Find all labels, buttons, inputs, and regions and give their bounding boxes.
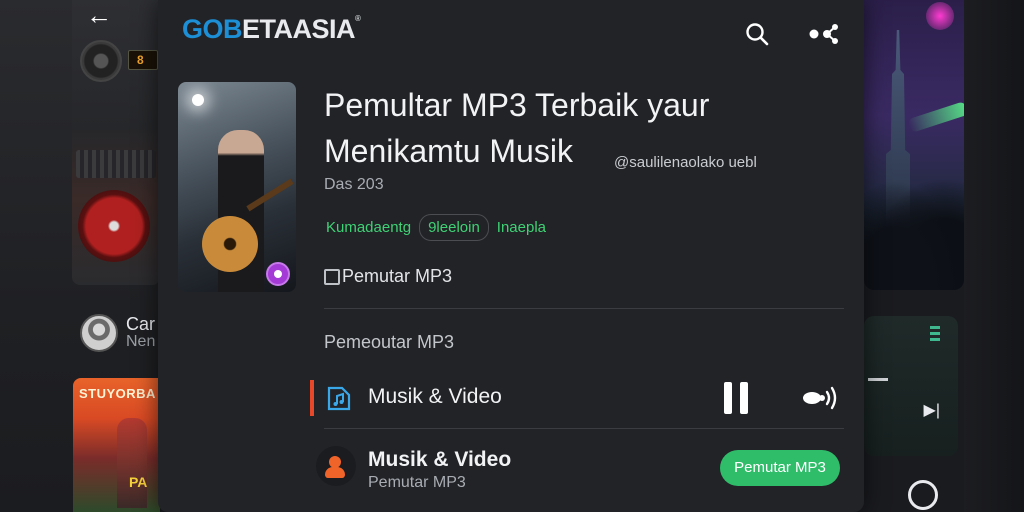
user-icon bbox=[316, 446, 356, 486]
divider bbox=[324, 308, 844, 309]
now-playing-label: Musik & Video bbox=[368, 385, 502, 408]
section-label: Pemeoutar MP3 bbox=[324, 332, 455, 352]
pause-icon[interactable] bbox=[724, 382, 750, 414]
search-icon[interactable] bbox=[745, 22, 769, 46]
background-right-strip bbox=[964, 0, 1024, 512]
share-icon[interactable] bbox=[808, 22, 840, 46]
menu-dots-icon bbox=[930, 326, 940, 342]
skip-next-icon: ▶| bbox=[923, 402, 940, 419]
sound-badge-icon bbox=[266, 262, 290, 286]
now-playing-row[interactable]: Musik & Video bbox=[310, 378, 846, 418]
deck-display: 8 bbox=[128, 50, 158, 70]
background-concert-image bbox=[864, 0, 964, 290]
tag-item[interactable]: Inaepla bbox=[495, 215, 548, 240]
list-item[interactable]: Musik & Video Pemutar MP3 Pemutar MP3 bbox=[310, 442, 846, 498]
speaker-icon bbox=[80, 40, 122, 82]
poster-title: STUYORBA bbox=[79, 386, 156, 401]
deck-controls bbox=[76, 150, 156, 178]
track-handle[interactable]: @saulilenaolako uebl bbox=[614, 154, 757, 171]
vinyl-record-icon bbox=[78, 190, 150, 262]
subtitle-row: Pemutar MP3 bbox=[324, 266, 452, 287]
album-cover[interactable] bbox=[178, 82, 296, 292]
player-panel: GOBETAASIA® Pemultar MP3 Terbaik yaur Me… bbox=[158, 0, 864, 512]
list-item-title: Musik & Video bbox=[368, 448, 512, 471]
progress-line bbox=[868, 378, 888, 381]
poster-badge: PA bbox=[129, 474, 148, 490]
poster-figure bbox=[117, 418, 147, 508]
play-mp3-button[interactable]: Pemutar MP3 bbox=[720, 450, 840, 486]
search-icon[interactable] bbox=[908, 480, 938, 510]
brand-logo[interactable]: GOBETAASIA® bbox=[182, 14, 361, 45]
track-subtitle: Pemutar MP3 bbox=[342, 266, 453, 286]
stage-light bbox=[926, 2, 954, 30]
music-file-icon bbox=[327, 386, 351, 411]
avatar bbox=[80, 314, 118, 352]
list-item-subtitle: Pemutar MP3 bbox=[368, 474, 466, 491]
active-indicator bbox=[310, 380, 314, 416]
divider bbox=[324, 428, 844, 429]
cast-icon[interactable] bbox=[800, 384, 840, 412]
left-preview-sub: Nen bbox=[126, 333, 156, 350]
laser-beam bbox=[907, 101, 964, 133]
background-audio-deck: 8 bbox=[72, 0, 160, 285]
tag-item[interactable]: Kumadaentg bbox=[324, 215, 413, 240]
left-preview-poster[interactable]: STUYORBA PA bbox=[73, 378, 160, 512]
back-arrow-icon[interactable]: ← bbox=[86, 0, 112, 31]
crowd-silhouette bbox=[864, 180, 964, 290]
track-date: Das 203 bbox=[324, 176, 384, 193]
document-icon bbox=[324, 268, 340, 285]
background-right-card[interactable]: ▶| bbox=[864, 316, 958, 456]
guitar-icon bbox=[202, 216, 258, 272]
spotlight bbox=[192, 94, 204, 106]
tag-list: Kumadaentg 9leeloin Inaepla bbox=[324, 214, 548, 241]
left-preview-profile[interactable]: Car Nen bbox=[80, 314, 155, 352]
tag-item[interactable]: 9leeloin bbox=[419, 214, 489, 241]
left-preview-name: Car bbox=[126, 314, 156, 334]
